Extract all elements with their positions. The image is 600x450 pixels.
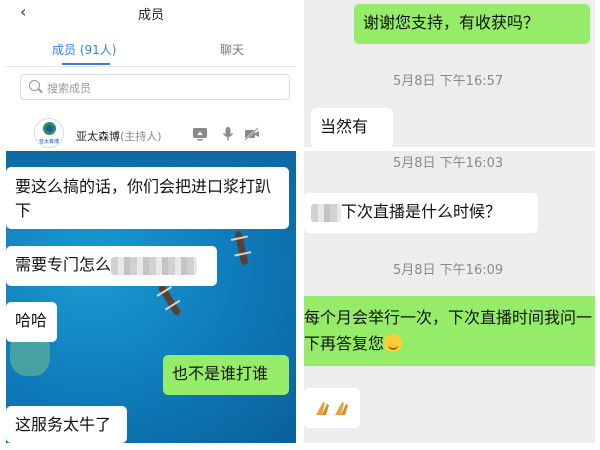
search-icon <box>29 80 40 91</box>
folded-hands-emoji-icon <box>316 401 348 415</box>
active-tab-indicator <box>62 63 110 65</box>
chat-message: 要这么搞的话，你们会把进口浆打趴下 <box>6 167 289 229</box>
member-name: 亚太森博(主持人) <box>76 128 162 144</box>
chat-message: 这服务太牛了 <box>6 406 127 443</box>
chat-message <box>304 388 360 428</box>
chat-message: 下次直播是什么时候？ <box>304 193 538 233</box>
avatar[interactable]: 亚太森博 <box>34 118 64 148</box>
member-role: (主持人) <box>120 130 162 143</box>
search-input[interactable]: 搜索成员 <box>20 74 290 100</box>
logo-icon <box>43 122 56 135</box>
timestamp: 5月8日 下午16:57 <box>393 74 504 89</box>
camera-off-icon[interactable] <box>244 126 260 142</box>
chat-message-sent: 也不是谁打谁 <box>163 355 289 395</box>
chat-message-sent: 每个月会举行一次，下次直播时间我问一下再答复您 <box>304 296 595 366</box>
search-placeholder: 搜索成员 <box>47 82 91 95</box>
page-title: 成员 <box>137 8 164 23</box>
smile-emoji-icon <box>384 334 403 352</box>
avatar-label: 亚太森博 <box>38 139 59 145</box>
tab-members[interactable]: 成员 (91人) <box>52 41 116 58</box>
boat-shape <box>157 283 182 317</box>
boat-shape <box>234 230 249 266</box>
members-panel: ‹ 成员 成员 (91人) 聊天 搜索成员 亚太森博 亚太森博(主持人) <box>6 0 296 150</box>
chat-message: 当然有 <box>311 108 393 148</box>
screen-share-icon[interactable] <box>192 126 208 142</box>
microphone-icon[interactable] <box>220 126 236 142</box>
chat-message-sent: 谢谢您支持，有收获吗？ <box>354 4 590 44</box>
chat-message-text: 需要专门怎么 <box>15 255 112 274</box>
timestamp: 5月8日 下午16:09 <box>393 263 504 278</box>
redacted-text <box>311 203 341 222</box>
chat-message: 哈哈 <box>6 302 57 342</box>
divider <box>6 66 296 67</box>
chat-message: 需要专门怎么 <box>6 246 217 286</box>
tab-chat[interactable]: 聊天 <box>220 41 244 58</box>
member-name-text: 亚太森博 <box>76 130 120 143</box>
chat-message-text: 下次直播是什么时候？ <box>341 202 502 221</box>
timestamp: 5月8日 下午16:03 <box>393 156 504 171</box>
chat-message-text: 每个月会举行一次，下次直播时间我问一下再答复您 <box>304 308 593 353</box>
redacted-text <box>111 256 198 275</box>
